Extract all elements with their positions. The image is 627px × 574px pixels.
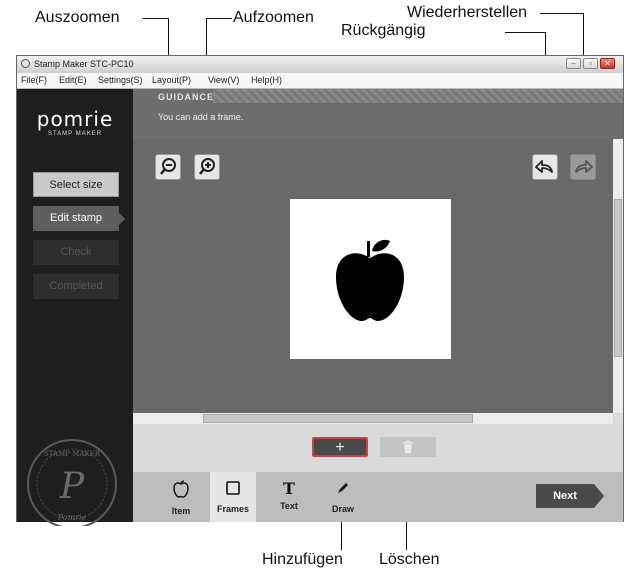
step-edit-stamp[interactable]: Edit stamp [33,206,119,231]
callout-zoom-in: Aufzoomen [233,9,314,26]
canvas-area [133,139,613,413]
tab-draw-label: Draw [331,504,354,514]
leader-line-zoom-in [206,18,232,19]
undo-button[interactable] [532,154,558,180]
zoom-in-button[interactable] [194,154,220,180]
leader-line-redo [540,13,584,14]
add-button[interactable]: + [312,437,368,457]
callout-delete: Löschen [379,551,440,568]
sidebar: pomrie STAMP MAKER Select size Edit stam… [17,89,133,526]
step-active-arrow [119,213,125,225]
menu-file[interactable]: File(F) [21,75,47,85]
vertical-scroll-thumb[interactable] [614,199,622,357]
close-button[interactable]: ✕ [600,58,615,69]
leader-line-zoom-out [143,18,169,19]
next-arrow-shape [594,484,604,508]
minimize-button[interactable]: – [566,58,581,69]
redo-button[interactable] [570,154,596,180]
text-icon: T [283,479,295,498]
undo-icon [535,160,553,173]
guidance-title: GUIDANCE [158,92,215,102]
apple-icon [158,480,204,503]
step-select-size[interactable]: Select size [33,172,119,197]
callout-add: Hinzufügen [262,551,343,568]
tab-text[interactable]: T Text [266,472,312,522]
menu-settings[interactable]: Settings(S) [98,75,143,85]
seal-bottom-text: Pomrie [57,513,87,522]
tab-item-label: Item [171,506,191,516]
brand-logo: pomrie [36,107,114,131]
title-bar: Stamp Maker STC-PC10 – ▫ ✕ [17,56,623,73]
tab-draw[interactable]: Draw [320,472,366,522]
app-window: Stamp Maker STC-PC10 – ▫ ✕ File(F) Edit(… [16,55,624,526]
horizontal-scroll-thumb[interactable] [203,414,473,423]
pen-icon [320,480,366,501]
guidance-panel: GUIDANCE You can add a frame. [133,89,623,139]
brand-subtitle: STAMP MAKER [47,131,103,137]
guidance-pattern [213,89,623,103]
app-icon [21,59,30,68]
trash-icon [403,440,413,453]
tab-text-label: Text [280,501,298,511]
maximize-button[interactable]: ▫ [583,58,598,69]
zoom-out-button[interactable] [155,154,181,180]
apple-stamp-image [336,239,404,321]
tool-panel: + [133,424,623,472]
vertical-scrollbar[interactable] [613,139,623,413]
step-completed: Completed [33,274,119,299]
next-button[interactable]: Next [536,484,594,508]
seal-top-text: STAMP MAKER [44,450,101,458]
callout-undo: Rückgängig [341,22,426,39]
menu-bar: File(F) Edit(E) Settings(S) Layout(P) Vi… [17,73,623,89]
seal-letter: P [59,466,85,507]
delete-button[interactable] [380,437,436,457]
scrollbar-corner [613,413,623,424]
redo-icon [575,160,593,173]
menu-edit[interactable]: Edit(E) [59,75,87,85]
callout-zoom-out: Auszoomen [35,9,120,26]
menu-view[interactable]: View(V) [208,75,239,85]
step-check: Check [33,240,119,265]
next-button-label: Next [553,490,577,502]
window-title: Stamp Maker STC-PC10 [34,59,134,69]
menu-help[interactable]: Help(H) [251,75,282,85]
stamp-preview[interactable] [290,199,451,359]
callout-redo: Wiederherstellen [407,4,528,21]
leader-line-undo [505,32,546,33]
zoom-out-icon [160,158,176,175]
tab-frames[interactable]: Frames [210,472,256,522]
menu-layout[interactable]: Layout(P) [152,75,191,85]
horizontal-scrollbar[interactable] [133,413,613,424]
zoom-in-icon [199,158,215,175]
stamp-seal-graphic: P STAMP MAKER Pomrie [27,439,117,526]
frame-icon [210,480,256,501]
tab-frames-label: Frames [216,504,250,514]
guidance-message: You can add a frame. [158,112,244,122]
tab-item[interactable]: Item [158,472,204,522]
